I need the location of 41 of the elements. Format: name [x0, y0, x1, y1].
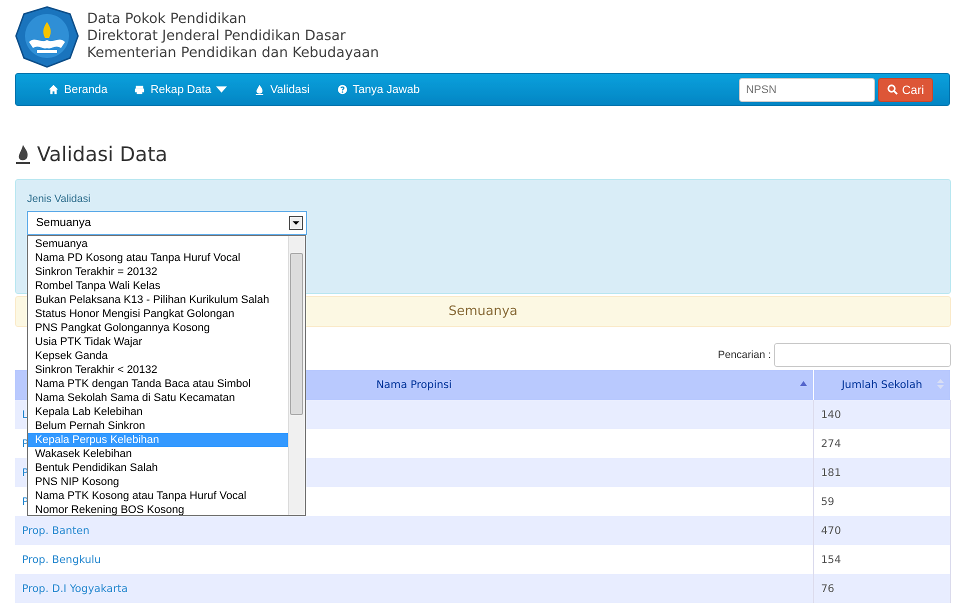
dropdown-option[interactable]: Nomor Rekening BOS Kosong: [28, 503, 288, 517]
dropdown-option[interactable]: Nama PTK Kosong atau Tanpa Huruf Vocal: [28, 489, 288, 503]
search-label: Pencarian :: [718, 349, 771, 361]
dropdown-option[interactable]: Sinkron Terakhir = 20132: [28, 265, 288, 279]
sort-icon: [937, 379, 944, 389]
home-icon: [48, 84, 59, 95]
table-cell: 181: [814, 458, 950, 487]
scrollbar[interactable]: [288, 236, 305, 515]
dropdown-option[interactable]: Usia PTK Tidak Wajar: [28, 335, 288, 349]
table-cell: 76: [814, 574, 950, 603]
dropdown-option[interactable]: Bentuk Pendidikan Salah: [28, 461, 288, 475]
filter-label: Jenis Validasi: [27, 193, 92, 205]
dropdown-option[interactable]: Nama PD Kosong atau Tanpa Huruf Vocal: [28, 251, 288, 265]
dropdown-option[interactable]: Status Honor Mengisi Pangkat Golongan: [28, 307, 288, 321]
column-header[interactable]: Jumlah Sekolah: [814, 370, 950, 400]
page-title: Validasi Data: [37, 143, 168, 165]
header-line: Data Pokok Pendidikan: [87, 11, 248, 28]
dropdown-option[interactable]: Wakasek Kelebihan: [28, 447, 288, 461]
table-search-field[interactable]: [774, 343, 951, 367]
dropdown-option[interactable]: Nama PTK dengan Tanda Baca atau Simbol: [28, 377, 288, 391]
npsn-field[interactable]: NPSN: [738, 78, 875, 102]
sort-ascending-icon: [800, 379, 807, 389]
scrollbar-thumb[interactable]: [290, 253, 303, 415]
dropdown-option[interactable]: Kepsek Ganda: [28, 349, 288, 363]
table-cell: 470: [814, 516, 950, 545]
search-icon: [886, 84, 898, 95]
flame-icon: [15, 144, 31, 165]
dropdown-option[interactable]: PNS NIP Kosong: [28, 475, 288, 489]
flame-icon: [254, 84, 266, 95]
header-line: Direktorat Jenderal Pendidikan Dasar: [87, 28, 347, 45]
printer-icon: [134, 84, 146, 95]
dropdown-option[interactable]: Rombel Tanpa Wali Kelas: [28, 279, 288, 293]
question-icon: [336, 84, 348, 95]
dropdown-option[interactable]: Kepala Lab Kelebihan: [28, 405, 288, 419]
dropdown-option[interactable]: Semuanya: [28, 237, 288, 251]
search-button[interactable]: Cari: [878, 78, 933, 102]
header-line: Kementerian Pendidikan dan Kebudayaan: [87, 45, 380, 62]
emblem-drawing: [15, 6, 79, 68]
table-cell: 140: [814, 400, 950, 429]
dropdown-option[interactable]: Bukan Pelaksana K13 - Pilihan Kurikulum Salah: [28, 293, 288, 307]
validation-select[interactable]: Semuanya: [27, 211, 307, 235]
